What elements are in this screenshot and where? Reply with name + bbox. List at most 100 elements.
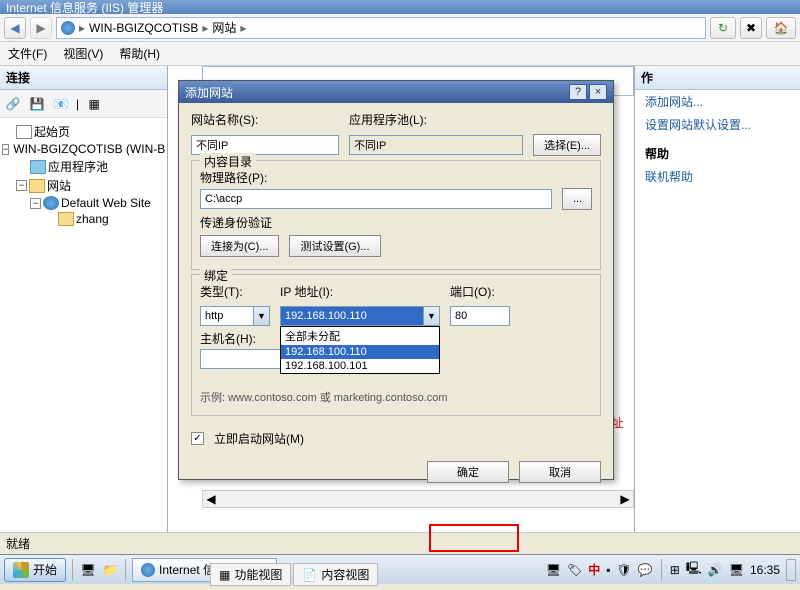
- bc-server[interactable]: WIN-BGIZQCOTISB: [89, 21, 198, 35]
- show-desktop-button[interactable]: [786, 559, 796, 581]
- action-online-help[interactable]: 联机帮助: [635, 165, 800, 188]
- tray-icon[interactable]: 🔊: [708, 563, 723, 577]
- autostart-checkbox[interactable]: ✓: [191, 432, 204, 445]
- clock[interactable]: 16:35: [750, 563, 780, 577]
- tray-icon[interactable]: 🖥: [729, 563, 744, 577]
- dialog-help-button[interactable]: ?: [569, 84, 587, 100]
- tray-icon[interactable]: 🖳: [686, 559, 702, 580]
- breadcrumb[interactable]: ▸ WIN-BGIZQCOTISB ▸ 网站 ▸: [56, 17, 706, 39]
- ok-button[interactable]: 确定: [427, 461, 509, 483]
- quicklaunch-1-icon[interactable]: 🖥: [79, 561, 97, 579]
- tray-icon[interactable]: 🛡: [617, 563, 632, 577]
- binding-group: 绑定 类型(T): IP 地址(I): 端口(O): http ▼ 192.16…: [191, 274, 601, 416]
- refresh-icon: ↻: [718, 21, 728, 35]
- tree-start-page[interactable]: 起始页: [16, 122, 165, 141]
- stop-button[interactable]: ✖: [740, 17, 762, 39]
- tray-icon[interactable]: 🖥: [546, 563, 561, 577]
- content-view-tab[interactable]: 📄 内容视图: [293, 563, 378, 586]
- tree-view-icon[interactable]: ▦: [85, 95, 103, 113]
- connect-icon[interactable]: 🔗: [4, 95, 22, 113]
- tray-icon[interactable]: ⊞: [670, 563, 680, 577]
- autostart-label: 立即启动网站(M): [214, 430, 304, 447]
- tree-sites[interactable]: − 网站: [16, 176, 165, 195]
- menu-help[interactable]: 帮助(H): [119, 45, 160, 62]
- page-icon: [16, 125, 32, 139]
- port-input[interactable]: [450, 306, 510, 326]
- tree-default-site[interactable]: − Default Web Site: [30, 195, 165, 211]
- tray-icon[interactable]: 💬: [638, 563, 653, 577]
- test-settings-button[interactable]: 测试设置(G)...: [289, 235, 380, 257]
- list-icon: 📄: [302, 568, 317, 582]
- dialog-titlebar[interactable]: 添加网站 ? ×: [179, 81, 613, 103]
- content-dir-legend: 内容目录: [200, 153, 256, 170]
- tab-label: 功能视图: [234, 566, 282, 583]
- content-dir-group: 内容目录 物理路径(P): ... 传递身份验证 连接为(C)... 测试设置(…: [191, 160, 601, 270]
- ip-option-110[interactable]: 192.168.100.110: [281, 345, 439, 359]
- apppool-label: 应用程序池(L):: [349, 111, 601, 128]
- type-combo[interactable]: http ▼: [200, 306, 270, 326]
- bc-node[interactable]: 网站: [212, 19, 236, 36]
- select-apppool-button[interactable]: 选择(E)...: [533, 134, 601, 156]
- dialog-close-button[interactable]: ×: [589, 84, 607, 100]
- menu-file[interactable]: 文件(F): [8, 45, 47, 62]
- sitename-label: 网站名称(S):: [191, 111, 339, 128]
- sitename-input[interactable]: [191, 135, 339, 155]
- ime-indicator[interactable]: 中: [588, 561, 600, 578]
- tree-apppools[interactable]: 应用程序池: [30, 157, 165, 176]
- add-website-dialog: 添加网站 ? × 网站名称(S): 应用程序池(L): 选择(E)... 内容目…: [178, 80, 614, 480]
- connect-as-button[interactable]: 连接为(C)...: [200, 235, 279, 257]
- features-view-tab[interactable]: ▦功能视图: [210, 563, 291, 586]
- status-bar: 就绪: [0, 532, 800, 554]
- tree-server[interactable]: −WIN-BGIZQCOTISB (WIN-B: [2, 141, 165, 157]
- physpath-label: 物理路径(P):: [200, 169, 592, 186]
- server-icon: [61, 21, 75, 35]
- tray-icon[interactable]: ▪: [606, 563, 610, 577]
- dialog-title: 添加网站: [185, 84, 233, 101]
- tab-label: 内容视图: [321, 566, 369, 583]
- folder-icon: [29, 179, 45, 193]
- menu-view[interactable]: 视图(V): [63, 45, 103, 62]
- nav-back-button[interactable]: ◀: [4, 17, 26, 39]
- chevron-right-icon: ▸: [202, 21, 208, 35]
- quicklaunch-2-icon[interactable]: 📁: [101, 561, 119, 579]
- taskbar: 开始 🖥 📁 Internet 信息服务(I... 🖥 🏷 中 ▪ 🛡 💬 ⊞ …: [0, 554, 800, 584]
- ip-combo[interactable]: 192.168.100.110 ▼ 全部未分配 192.168.100.110 …: [280, 306, 440, 326]
- tray-icon[interactable]: 🏷: [567, 563, 582, 577]
- cancel-button[interactable]: 取消: [519, 461, 601, 483]
- chevron-right-icon: ▸: [240, 21, 246, 35]
- apppool-input: [349, 135, 523, 155]
- tree-label: 应用程序池: [48, 158, 108, 175]
- binding-legend: 绑定: [200, 267, 232, 284]
- separator: [72, 559, 73, 581]
- menu-bar: 文件(F) 视图(V) 帮助(H): [0, 42, 800, 66]
- save-icon[interactable]: 💾: [28, 95, 46, 113]
- nav-forward-button[interactable]: ▶: [30, 17, 52, 39]
- home-button[interactable]: 🏠: [766, 17, 796, 39]
- ip-option-all[interactable]: 全部未分配: [281, 327, 439, 345]
- chevron-right-icon: ▸: [79, 21, 85, 35]
- nav-up-icon[interactable]: 📧: [52, 95, 70, 113]
- action-add-site[interactable]: 添加网站...: [635, 90, 800, 113]
- refresh-button[interactable]: ↻: [710, 17, 736, 39]
- stop-icon: ✖: [746, 21, 756, 35]
- app-titlebar: Internet 信息服务 (IIS) 管理器: [0, 0, 800, 14]
- physpath-input[interactable]: [200, 189, 552, 209]
- tree-label: 网站: [47, 177, 71, 194]
- tree-label: Default Web Site: [61, 196, 151, 210]
- passthrough-label: 传递身份验证: [200, 214, 592, 231]
- separator: [661, 559, 662, 581]
- collapse-icon[interactable]: −: [30, 198, 41, 209]
- example-text: 示例: www.contoso.com 或 marketing.contoso.…: [200, 389, 592, 405]
- separator: |: [76, 97, 79, 111]
- tree-zhang[interactable]: zhang: [58, 211, 165, 227]
- browse-button[interactable]: ...: [562, 188, 592, 210]
- chevron-down-icon[interactable]: ▼: [253, 307, 269, 325]
- iis-icon: [141, 563, 155, 577]
- action-set-defaults[interactable]: 设置网站默认设置...: [635, 113, 800, 136]
- start-button[interactable]: 开始: [4, 558, 66, 582]
- ip-option-101[interactable]: 192.168.100.101: [281, 359, 439, 373]
- collapse-icon[interactable]: −: [16, 180, 27, 191]
- chevron-down-icon[interactable]: ▼: [423, 307, 439, 325]
- collapse-icon[interactable]: −: [2, 144, 9, 155]
- view-tabs: ▦功能视图 📄 内容视图: [210, 563, 378, 586]
